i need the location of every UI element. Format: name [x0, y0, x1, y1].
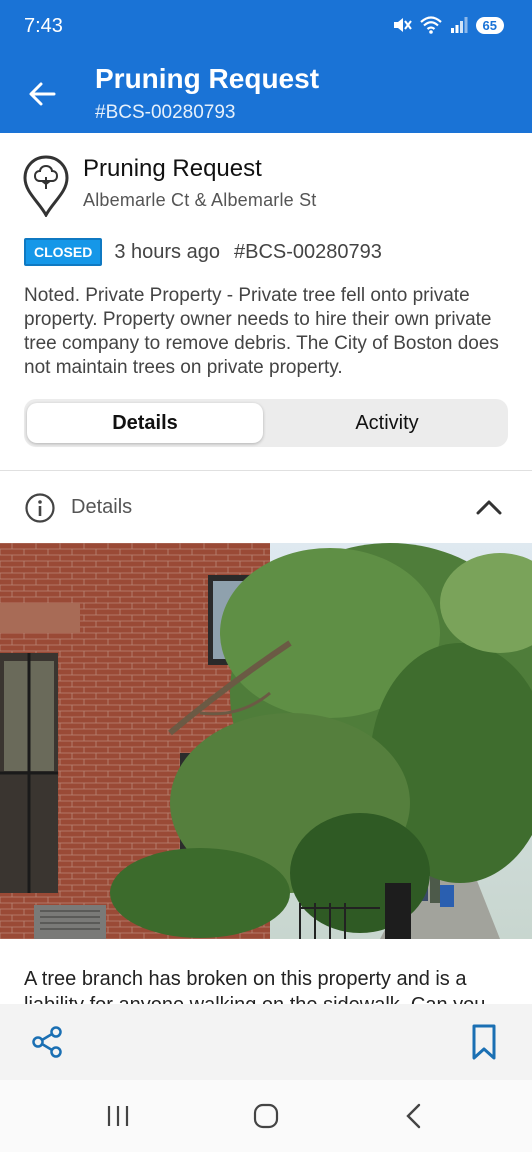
- status-bar: 7:43 65: [0, 0, 532, 52]
- recent-apps-button[interactable]: [98, 1100, 138, 1132]
- segmented-tabs: Details Activity: [24, 399, 508, 447]
- status-badge: CLOSED: [24, 238, 103, 266]
- signal-icon: [450, 17, 468, 33]
- page-subtitle: #BCS-00280793: [95, 102, 236, 123]
- request-time: 3 hours ago: [114, 240, 220, 263]
- tab-activity[interactable]: Activity: [269, 403, 505, 443]
- home-icon: [253, 1103, 279, 1129]
- wifi-icon: [419, 16, 442, 34]
- status-icons: 65: [392, 16, 504, 34]
- info-icon: [25, 493, 55, 523]
- battery-indicator: 65: [475, 16, 504, 34]
- chevron-up-icon[interactable]: [473, 495, 505, 519]
- arrow-left-icon: [29, 82, 56, 106]
- tree-pin-icon: [23, 155, 69, 217]
- tree-photo-illustration: [0, 543, 532, 939]
- home-button[interactable]: [246, 1100, 286, 1132]
- page-title: Pruning Request: [95, 63, 320, 94]
- request-description: A tree branch has broken on this propert…: [24, 968, 485, 1004]
- request-photo[interactable]: [0, 543, 532, 939]
- request-id: #BCS-00280793: [233, 240, 382, 263]
- mute-icon: [393, 18, 412, 32]
- details-section-header[interactable]: Details: [0, 471, 532, 543]
- bottom-action-bar: [0, 1004, 532, 1080]
- tab-details[interactable]: Details: [27, 403, 263, 443]
- system-nav-bar: [0, 1080, 532, 1152]
- recent-apps-icon: [107, 1106, 129, 1126]
- app-bar: Pruning Request #BCS-00280793: [0, 52, 532, 133]
- chevron-left-icon: [406, 1103, 421, 1129]
- resolution-note: Noted. Private Property - Private tree f…: [24, 285, 499, 378]
- share-icon[interactable]: [30, 1024, 66, 1060]
- request-address: Albemarle Ct & Albemarle St: [83, 190, 317, 210]
- status-time: 7:43: [24, 15, 63, 37]
- bookmark-icon[interactable]: [468, 1022, 500, 1062]
- back-button[interactable]: [22, 74, 62, 114]
- request-meta: CLOSED 3 hours ago #BCS-00280793: [24, 238, 382, 266]
- system-back-button[interactable]: [394, 1100, 434, 1132]
- details-section-label: Details: [71, 496, 133, 518]
- request-title: Pruning Request: [83, 155, 262, 182]
